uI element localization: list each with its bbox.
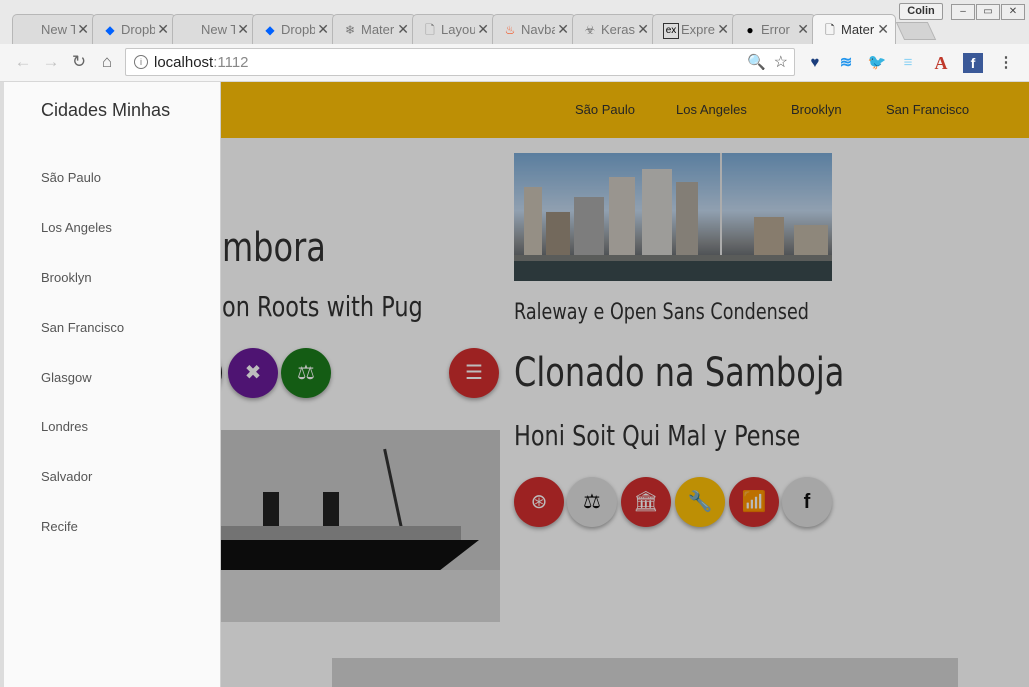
tab-title: Keras xyxy=(601,22,635,37)
close-icon[interactable]: ✕ xyxy=(797,21,809,38)
zoom-icon[interactable]: 🔍 xyxy=(747,53,766,71)
font-extension-icon[interactable]: A xyxy=(931,53,951,73)
dropbox-icon: ◆ xyxy=(265,23,275,37)
restore-button[interactable]: ▭ xyxy=(976,4,1000,20)
document-icon: 🗋 xyxy=(825,23,835,37)
tab-title: Error xyxy=(761,22,790,37)
drawer-item-los-angeles[interactable]: Los Angeles xyxy=(41,220,112,235)
tab-error[interactable]: ● Error ✕ xyxy=(732,14,816,44)
tab-title: New Tab xyxy=(201,22,235,37)
tab-title: Material xyxy=(361,22,395,37)
reload-icon[interactable]: ↻ xyxy=(69,52,89,72)
dropbox-icon: ◆ xyxy=(105,23,115,37)
side-drawer: Cidades Minhas São Paulo Los Angeles Bro… xyxy=(4,82,221,687)
tab-title: New Tab xyxy=(41,22,75,37)
tab-title: Navbar xyxy=(521,22,555,37)
drawer-item-san-francisco[interactable]: San Francisco xyxy=(41,320,124,335)
vpn-extension-icon[interactable]: ♥ xyxy=(805,53,825,73)
twitter-extension-icon[interactable]: 🐦 xyxy=(867,53,887,73)
drawer-item-salvador[interactable]: Salvador xyxy=(41,469,92,484)
browser-toolbar: ← → ↻ ⌂ i localhost:1112 🔍 ☆ ♥ ≋ 🐦 ≡ A f… xyxy=(0,44,1029,82)
tab-navbar[interactable]: ♨ Navbar ✕ xyxy=(492,14,576,44)
blank-tab-icon xyxy=(183,23,197,37)
tab-title: Express xyxy=(681,22,715,37)
profile-button[interactable]: Colin xyxy=(899,3,943,20)
home-icon[interactable]: ⌂ xyxy=(97,52,117,72)
drawer-title: Cidades Minhas xyxy=(41,100,171,120)
tab-materialize-active[interactable]: 🗋 Materialize ✕ xyxy=(812,14,896,44)
fire-icon: ♨ xyxy=(504,23,516,37)
window-edge xyxy=(0,82,4,687)
bookmark-star-icon[interactable]: ☆ xyxy=(774,52,788,72)
drawer-item-recife[interactable]: Recife xyxy=(41,519,78,534)
document-icon: 🗋 xyxy=(425,23,435,37)
tab-keras[interactable]: ☣ Keras ✕ xyxy=(572,14,656,44)
github-icon: ● xyxy=(746,23,754,37)
close-icon[interactable]: ✕ xyxy=(877,21,889,38)
close-icon[interactable]: ✕ xyxy=(637,21,649,38)
ex-icon: ex xyxy=(663,23,679,39)
drawer-item-brooklyn[interactable]: Brooklyn xyxy=(41,270,92,285)
close-window-button[interactable]: ✕ xyxy=(1001,4,1025,20)
close-icon[interactable]: ✕ xyxy=(397,21,409,38)
back-icon[interactable]: ← xyxy=(13,52,33,72)
tab-new-tab-1[interactable]: New Tab ✕ xyxy=(12,14,96,44)
tab-title: Dropbox xyxy=(281,22,315,37)
blank-tab-icon xyxy=(23,23,37,37)
close-icon[interactable]: ✕ xyxy=(237,21,249,38)
forward-icon[interactable]: → xyxy=(41,52,61,72)
tab-dropbox-2[interactable]: ◆ Dropbox ✕ xyxy=(252,14,336,44)
tab-title: Layout xyxy=(441,22,475,37)
close-icon[interactable]: ✕ xyxy=(477,21,489,38)
url-text: localhost:1112 xyxy=(154,54,249,71)
tab-title: Materialize xyxy=(841,22,875,37)
close-icon[interactable]: ✕ xyxy=(717,21,729,38)
minimize-button[interactable]: – xyxy=(951,4,975,20)
close-icon[interactable]: ✕ xyxy=(317,21,329,38)
tab-material[interactable]: ❄ Material ✕ xyxy=(332,14,416,44)
address-bar[interactable]: i localhost:1112 🔍 ☆ xyxy=(125,48,795,76)
drawer-item-glasgow[interactable]: Glasgow xyxy=(41,370,92,385)
new-tab-button[interactable] xyxy=(895,22,937,40)
docker-extension-icon[interactable]: ≋ xyxy=(836,53,856,73)
facebook-extension-icon[interactable]: f xyxy=(963,53,983,73)
snowflake-icon: ❄ xyxy=(344,23,356,37)
tab-express[interactable]: ex Express ✕ xyxy=(652,14,736,44)
tab-title: Dropbox xyxy=(121,22,155,37)
info-icon[interactable]: i xyxy=(134,55,148,69)
close-icon[interactable]: ✕ xyxy=(157,21,169,38)
menu-icon[interactable]: ⋮ xyxy=(996,53,1016,73)
drawer-item-londres[interactable]: Londres xyxy=(41,419,88,434)
close-icon[interactable]: ✕ xyxy=(557,21,569,38)
close-icon[interactable]: ✕ xyxy=(77,21,89,38)
biohazard-icon: ☣ xyxy=(584,23,596,37)
tab-new-tab-2[interactable]: New Tab ✕ xyxy=(172,14,256,44)
tab-dropbox-1[interactable]: ◆ Dropbox ✕ xyxy=(92,14,176,44)
stripes-extension-icon[interactable]: ≡ xyxy=(898,53,918,73)
drawer-item-sao-paulo[interactable]: São Paulo xyxy=(41,170,101,185)
tab-strip: New Tab ✕ ◆ Dropbox ✕ New Tab ✕ ◆ Dropbo… xyxy=(0,0,1029,45)
page-viewport: LC São Paulo Los Angeles Brooklyn San Fr… xyxy=(0,82,1029,687)
tab-layout[interactable]: 🗋 Layout ✕ xyxy=(412,14,496,44)
